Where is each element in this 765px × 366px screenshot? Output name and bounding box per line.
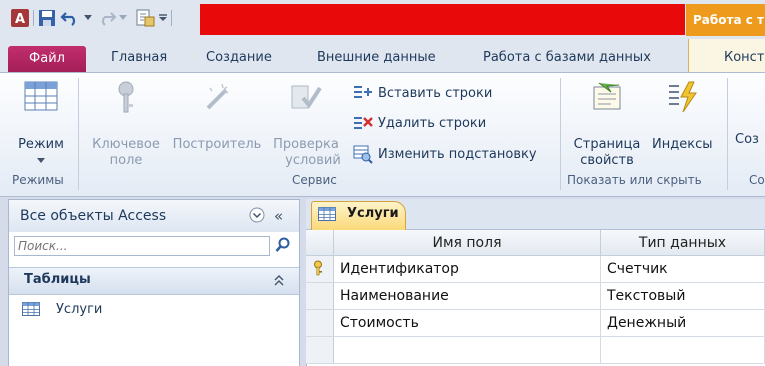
cell-field-name[interactable]: Наименование: [334, 283, 601, 310]
save-icon[interactable]: [38, 8, 56, 28]
tab-design[interactable]: Конст: [724, 44, 764, 72]
group-separator: [727, 78, 728, 190]
cell-data-type[interactable]: Денежный: [601, 310, 765, 337]
row-selector[interactable]: [306, 337, 334, 364]
primary-key-label-line2: поле: [109, 153, 143, 168]
builder-label: Построитель: [172, 137, 262, 152]
nav-title[interactable]: Все объекты Access: [20, 208, 166, 224]
test-validation-label-line2: условий: [285, 153, 341, 168]
delete-rows-icon: [352, 113, 374, 133]
qat-dropdown-icon[interactable]: [158, 8, 168, 28]
property-sheet-label-line1: Страница: [573, 137, 641, 152]
tab-create[interactable]: Создание: [206, 44, 272, 72]
insert-rows-label: Вставить строки: [378, 85, 493, 101]
group-label-show-hide: Показать или скрыть: [567, 173, 702, 187]
quick-print-icon[interactable]: [134, 8, 156, 28]
property-sheet-icon: [593, 82, 621, 110]
chevron-down-icon: [37, 158, 45, 163]
key-icon: [118, 81, 134, 113]
view-mode-button[interactable]: Режим: [14, 80, 68, 169]
redo-dropdown-icon[interactable]: [118, 8, 128, 28]
delete-rows-button[interactable]: Удалить строки: [352, 112, 486, 134]
cell-data-type[interactable]: Текстовый: [601, 283, 765, 310]
nav-group-title: Таблицы: [24, 272, 91, 287]
title-highlight-band: [200, 4, 685, 35]
datasheet-view-icon: [24, 81, 58, 111]
property-sheet-label-line2: свойств: [580, 153, 634, 168]
primary-key-label-line1: Ключевое: [92, 137, 160, 152]
primary-key-button[interactable]: Ключевое поле: [88, 80, 164, 169]
cell-field-name[interactable]: Стоимость: [334, 310, 601, 337]
redo-icon[interactable]: [97, 8, 117, 28]
column-header-data-type: Тип данных: [601, 230, 765, 256]
modify-lookups-label: Изменить подстановку: [378, 146, 537, 162]
table-icon: [318, 207, 336, 224]
test-validation-button[interactable]: Проверка условий: [270, 80, 342, 169]
cell-data-type[interactable]: Счетчик: [601, 256, 765, 283]
property-sheet-button[interactable]: Страница свойств: [566, 80, 648, 169]
test-validation-label-line1: Проверка: [273, 137, 339, 152]
group-label-tools: Сервис: [292, 173, 337, 187]
cell-data-type-empty[interactable]: [601, 337, 765, 364]
nav-item-uslugi[interactable]: Услуги: [22, 299, 162, 319]
document-tab-label: Услуги: [347, 206, 399, 221]
undo-icon[interactable]: [60, 8, 82, 28]
search-icon[interactable]: [275, 237, 291, 256]
insert-rows-icon: [352, 83, 374, 103]
delete-rows-label: Удалить строки: [378, 115, 487, 131]
undo-dropdown-icon[interactable]: [83, 8, 93, 28]
validation-icon: [291, 85, 322, 109]
row-selector[interactable]: [306, 310, 334, 337]
indexes-button[interactable]: Индексы: [652, 80, 712, 153]
create-label: Соз: [735, 132, 759, 147]
access-app-icon[interactable]: A: [10, 8, 30, 28]
row-selector[interactable]: [306, 256, 334, 283]
contextual-title: Работа с т: [686, 4, 765, 36]
table-icon: [22, 302, 40, 316]
builder-wand-icon: [206, 83, 229, 110]
indexes-label: Индексы: [652, 137, 713, 152]
indexes-lightning-icon: [669, 81, 697, 113]
tab-file[interactable]: Файл: [8, 46, 86, 72]
create-data-macros-button[interactable]: Соз: [735, 132, 765, 148]
modify-lookups-button[interactable]: Изменить подстановку: [352, 143, 537, 165]
builder-button[interactable]: Построитель: [168, 80, 266, 153]
column-header-field-name: Имя поля: [334, 230, 601, 256]
row-selector-header[interactable]: [306, 230, 334, 256]
nav-search-input[interactable]: [14, 236, 270, 256]
insert-rows-button[interactable]: Вставить строки: [352, 82, 492, 104]
nav-menu-chevron-icon[interactable]: [249, 207, 265, 226]
tab-external-data[interactable]: Внешние данные: [317, 44, 436, 72]
group-label-views: Режимы: [12, 173, 64, 187]
view-mode-label: Режим: [18, 137, 64, 152]
qat-separator: [33, 10, 34, 26]
group-separator: [560, 78, 561, 190]
qat-separator: [171, 10, 172, 26]
cell-field-name-empty[interactable]: [334, 337, 601, 364]
collapse-pane-icon[interactable]: «: [274, 207, 283, 225]
nav-item-label: Услуги: [56, 301, 103, 317]
svg-text:A: A: [15, 12, 25, 27]
primary-key-icon: [314, 260, 322, 276]
group-collapse-icon[interactable]: [273, 273, 285, 290]
row-selector[interactable]: [306, 283, 334, 310]
cell-field-name[interactable]: Идентификатор: [334, 256, 601, 283]
group-separator: [78, 78, 79, 190]
tab-database-tools[interactable]: Работа с базами данных: [483, 44, 651, 72]
group-label-next: Со: [749, 173, 765, 187]
lookup-icon: [352, 144, 374, 164]
tab-home[interactable]: Главная: [111, 44, 167, 72]
